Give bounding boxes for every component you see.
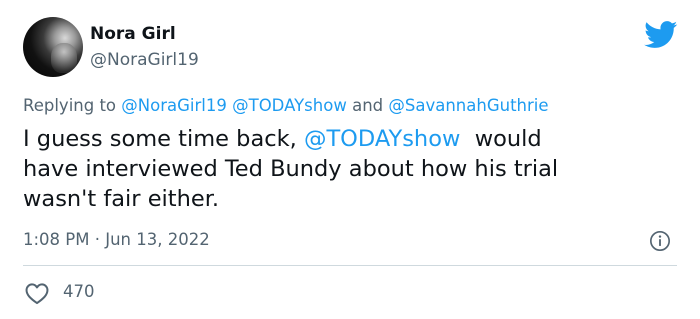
tweet-card: Nora Girl @NoraGirl19 Replying to @NoraG…	[0, 0, 700, 319]
info-icon[interactable]	[649, 230, 671, 252]
mention-link[interactable]: @TODAYshow	[232, 96, 347, 115]
tweet-date: Jun 13, 2022	[105, 230, 210, 249]
tweet-text-line: I guess some time back, @TODAYshow would	[23, 124, 673, 154]
user-handle[interactable]: @NoraGirl19	[90, 49, 199, 71]
heart-icon[interactable]	[24, 282, 50, 305]
tweet-time: 1:08 PM	[23, 230, 90, 249]
meta-separator: ·	[94, 230, 100, 249]
tweet-text-line: wasn't fair either.	[23, 186, 220, 212]
like-count[interactable]: 470	[63, 281, 95, 303]
tweet-text-segment: would	[474, 126, 542, 152]
mention-link[interactable]: @NoraGirl19	[121, 96, 227, 115]
mention-link[interactable]: @TODAYshow	[304, 126, 460, 152]
avatar-photo	[51, 43, 77, 73]
replying-to-line: Replying to @NoraGirl19 @TODAYshow and @…	[23, 95, 549, 117]
tweet-timestamp[interactable]: 1:08 PM · Jun 13, 2022	[23, 229, 210, 251]
display-name[interactable]: Nora Girl	[90, 23, 176, 45]
mention-link[interactable]: @SavannahGuthrie	[388, 96, 548, 115]
replying-to-label: Replying to	[23, 96, 117, 115]
divider	[23, 265, 677, 266]
tweet-text-line: have interviewed Ted Bundy about how his…	[23, 156, 559, 182]
tweet-text-segment: I guess some time back,	[23, 126, 297, 152]
replying-to-conjunction: and	[352, 96, 384, 115]
tweet-text: I guess some time back, @TODAYshow would…	[23, 124, 673, 214]
avatar[interactable]	[23, 17, 83, 77]
twitter-bird-icon[interactable]	[644, 21, 678, 49]
